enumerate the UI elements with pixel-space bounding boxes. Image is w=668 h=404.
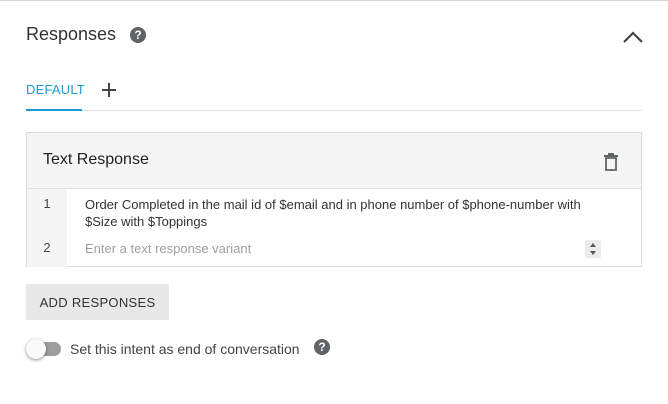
chevron-up-icon[interactable] [622, 30, 644, 44]
end-conversation-label: Set this intent as end of conversation [70, 341, 300, 357]
response-variant-input[interactable] [85, 239, 565, 257]
textarea-resize-icon[interactable] [585, 240, 601, 258]
help-circle-icon[interactable]: ? [130, 27, 146, 43]
text-response-card: Text Response 1 Order Completed in the m… [26, 132, 642, 267]
active-tab-indicator [26, 109, 82, 111]
row-number: 1 [43, 196, 51, 211]
help-circle-icon[interactable]: ? [314, 339, 330, 355]
tabs-divider [26, 110, 642, 111]
row-number: 2 [43, 240, 51, 255]
trash-icon[interactable] [603, 153, 619, 171]
tab-default[interactable]: DEFAULT [26, 82, 85, 97]
card-title: Text Response [43, 151, 149, 168]
response-text[interactable]: Order Completed in the mail id of $email… [85, 196, 605, 230]
top-divider [0, 0, 668, 1]
toggle-thumb[interactable] [26, 339, 46, 359]
add-responses-button[interactable]: ADD RESPONSES [26, 284, 169, 320]
card-header: Text Response [27, 133, 641, 189]
section-title: Responses [26, 24, 117, 44]
plus-icon[interactable] [101, 82, 117, 98]
